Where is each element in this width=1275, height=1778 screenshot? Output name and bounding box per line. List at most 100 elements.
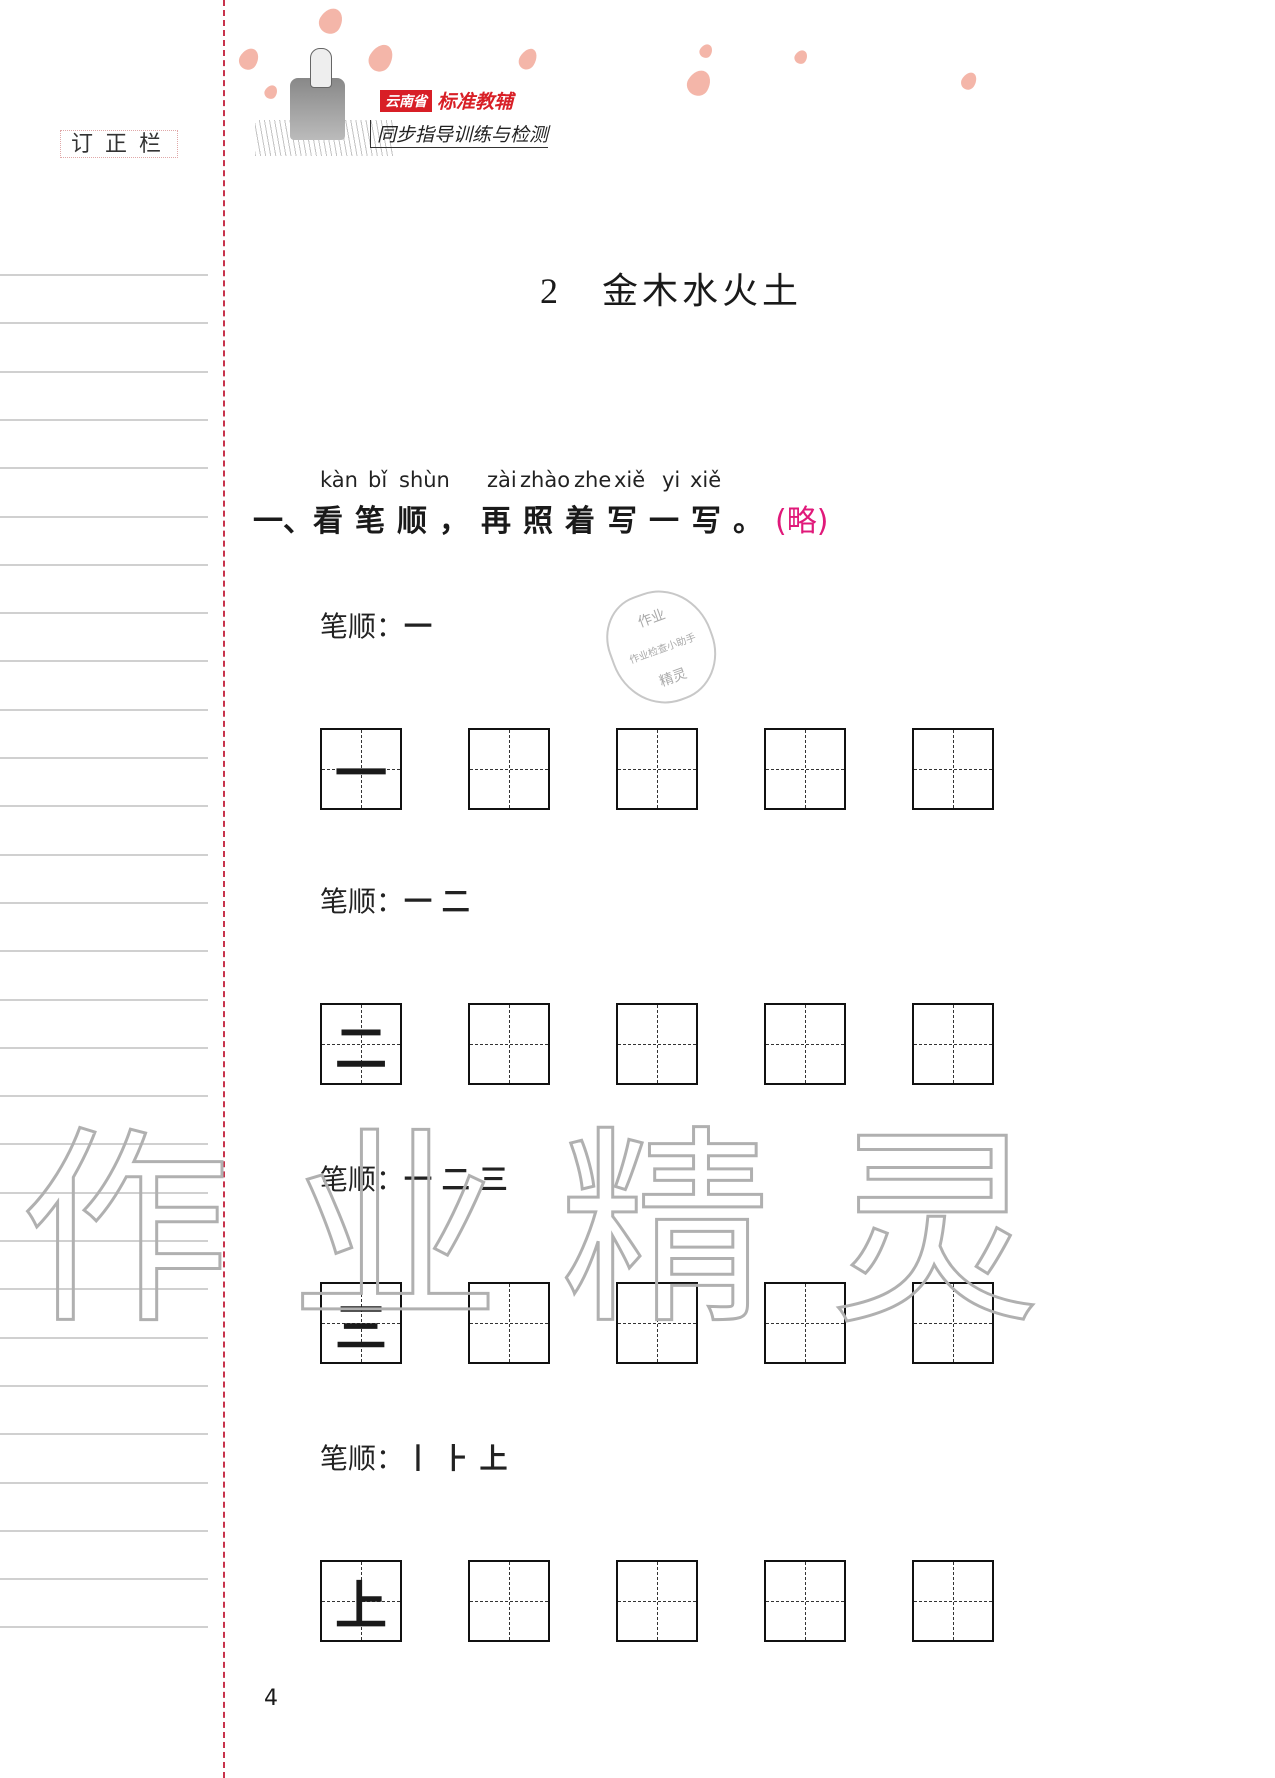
question-text: 看笔顺，再照着写一写。 [313, 504, 775, 539]
lesson-number: 2 [540, 271, 562, 311]
correction-rule-line [0, 1384, 208, 1387]
writing-practice-cell[interactable] [912, 1003, 994, 1085]
model-character: 二 [334, 1018, 387, 1080]
stroke-order-prefix: 笔顺： [320, 610, 405, 643]
correction-rule-line [0, 515, 208, 518]
child-reading-illustration [310, 48, 332, 88]
stroke-order-prefix: 笔顺： [320, 1442, 405, 1475]
pinyin-zai: zài [487, 468, 517, 492]
correction-rule-line [0, 853, 208, 856]
correction-rule-line [0, 1046, 208, 1049]
pinyin-zhe: zhe [574, 468, 612, 492]
pinyin-xie-2: xiě [690, 468, 722, 492]
writing-practice-cell[interactable] [764, 1282, 846, 1364]
writing-practice-cell[interactable] [912, 1282, 994, 1364]
writing-practice-cell[interactable] [616, 1003, 698, 1085]
writing-practice-cell[interactable] [616, 728, 698, 810]
writing-practice-cell[interactable] [912, 1560, 994, 1642]
model-character-cell: 一 [320, 728, 402, 810]
stroke-order-label: 笔顺：一 二 [320, 880, 470, 920]
correction-rule-line [0, 1626, 208, 1629]
writing-grid-row: 上 [320, 1560, 994, 1642]
model-character-cell: 上 [320, 1560, 402, 1642]
pinyin-yi: yi [662, 468, 681, 492]
correction-rule-line [0, 660, 208, 663]
correction-rule-line [0, 757, 208, 759]
stroke-sequence: 丨 ⺊ 上 [404, 1442, 508, 1475]
writing-practice-cell[interactable] [468, 1282, 550, 1364]
model-character: 上 [334, 1575, 387, 1637]
writing-practice-cell[interactable] [912, 728, 994, 810]
correction-rule-line [0, 322, 208, 325]
pinyin-kan: kàn [320, 468, 358, 492]
question-heading: 一、看笔顺，再照着写一写。(略) [253, 496, 828, 540]
correction-rule-line [0, 1240, 208, 1242]
header-illustration: 云南省 标准教辅 同步指导训练与检测 [235, 0, 1000, 160]
lesson-name: 金木水火土 [602, 271, 803, 312]
writing-practice-cell[interactable] [468, 1560, 550, 1642]
correction-rule-line [0, 1578, 208, 1581]
correction-rule-line [0, 1336, 208, 1339]
correction-rule-line [0, 274, 208, 276]
writing-practice-cell[interactable] [616, 1282, 698, 1364]
correction-rule-line [0, 708, 208, 711]
stroke-order-label: 笔顺：丨 ⺊ 上 [320, 1437, 508, 1477]
model-character: 三 [334, 1297, 387, 1359]
binding-dashed-line [223, 0, 225, 1778]
leaf-icon [262, 82, 280, 102]
correction-rule-line [0, 612, 208, 615]
leaf-icon [314, 4, 348, 38]
correction-rule-line [0, 998, 208, 1001]
lesson-title: 2 金木水火土 [540, 262, 802, 314]
writing-practice-cell[interactable] [468, 728, 550, 810]
pinyin-xie: xiě [614, 468, 646, 492]
stroke-sequence: 一 二 三 [404, 1163, 508, 1196]
leaf-icon [697, 41, 715, 61]
correction-rule-line [0, 563, 208, 566]
correction-rule-line [0, 1191, 208, 1194]
writing-grid-row: 二 [320, 1003, 994, 1085]
correction-rule-line [0, 370, 208, 373]
leaf-icon [515, 45, 541, 73]
homework-stamp: 作业 作业检查小助手 精灵 [593, 575, 731, 719]
correction-rule-line [0, 1433, 208, 1436]
correction-rule-line [0, 805, 208, 808]
writing-practice-cell[interactable] [764, 1560, 846, 1642]
correction-rule-line [0, 950, 208, 953]
model-character: 一 [334, 743, 387, 805]
pinyin-zhao: zhào [520, 468, 571, 492]
stroke-order-prefix: 笔顺： [320, 885, 405, 918]
writing-practice-cell[interactable] [764, 1003, 846, 1085]
leaf-icon [792, 47, 810, 67]
brand-badge: 云南省 [380, 90, 432, 112]
brand-name: 标准教辅 [437, 91, 514, 113]
stroke-order-label: 笔顺：一 二 三 [320, 1158, 508, 1198]
correction-rule-line [0, 1143, 208, 1146]
correction-rule-line [0, 901, 208, 904]
correction-rule-line [0, 418, 208, 421]
leaf-icon [958, 69, 980, 93]
writing-practice-cell[interactable] [468, 1003, 550, 1085]
leaf-icon [235, 44, 263, 74]
correction-rule-line [0, 1481, 208, 1484]
model-character-cell: 二 [320, 1003, 402, 1085]
model-character-cell: 三 [320, 1282, 402, 1364]
stroke-order-label: 笔顺：一 [320, 605, 432, 645]
leaf-icon [682, 66, 716, 100]
stroke-sequence: 一 二 [404, 885, 470, 918]
writing-grid-row: 一 [320, 728, 994, 810]
writing-grid-row: 三 [320, 1282, 994, 1364]
correction-rule-line [0, 1095, 208, 1098]
writing-practice-cell[interactable] [764, 728, 846, 810]
correction-rule-line [0, 1529, 208, 1532]
pinyin-bi: bǐ [368, 468, 388, 492]
correction-rule-line [0, 467, 208, 470]
pinyin-shun: shùn [399, 468, 450, 492]
page-number: 4 [264, 1686, 278, 1711]
correction-rule-line [0, 1288, 208, 1291]
question-number: 一、 [253, 504, 313, 539]
writing-practice-cell[interactable] [616, 1560, 698, 1642]
series-subtitle: 同步指导训练与检测 [370, 120, 549, 148]
answer-note: (略) [775, 504, 829, 539]
leaf-icon [364, 40, 398, 76]
